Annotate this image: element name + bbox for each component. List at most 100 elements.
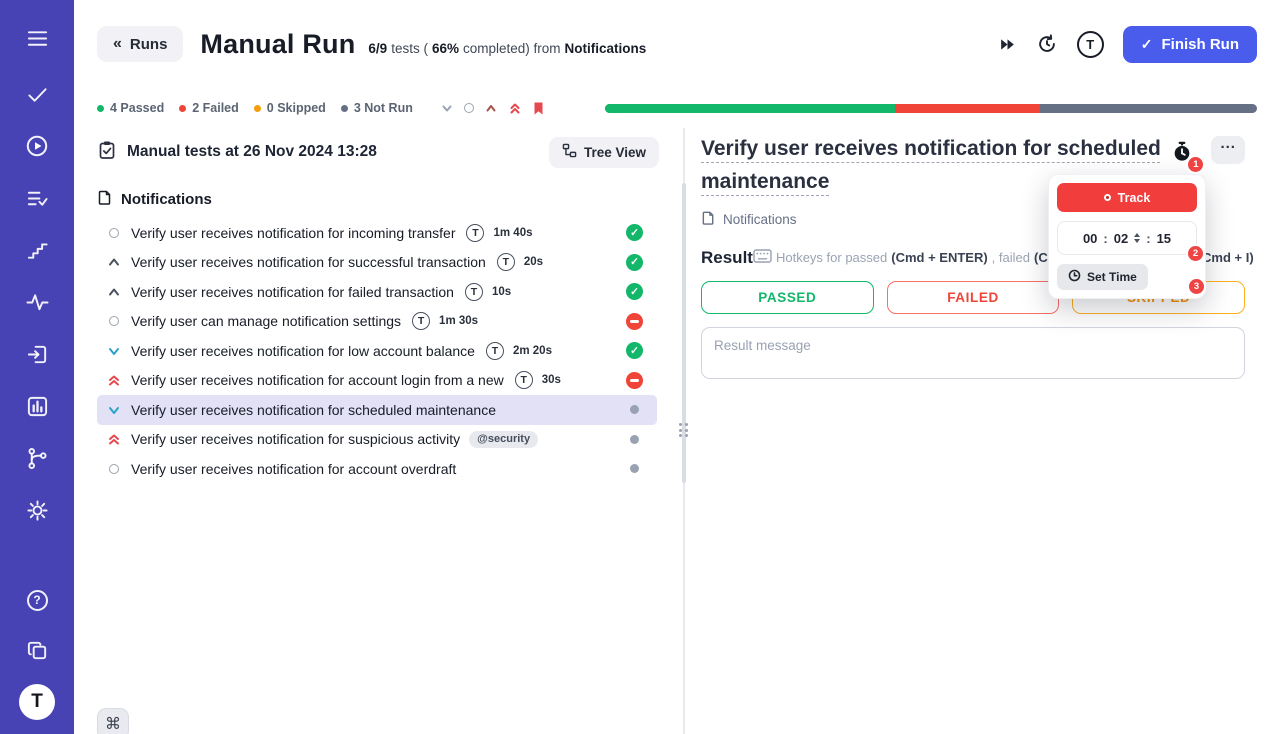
status-passed-icon bbox=[626, 283, 643, 301]
testomat-logo[interactable]: T bbox=[1076, 30, 1104, 58]
run-ratio: 6/9 bbox=[368, 40, 388, 56]
file-icon bbox=[97, 189, 113, 209]
timer-popup: Track 00 : 02 : 15 2 Set Time 3 bbox=[1048, 174, 1206, 299]
test-row[interactable]: Verify user receives notification for ac… bbox=[97, 454, 657, 484]
status-failed-icon bbox=[626, 312, 643, 330]
command-shortcut-button[interactable]: ⌘ bbox=[97, 708, 129, 734]
test-row[interactable]: Verify user receives notification for in… bbox=[97, 218, 657, 248]
test-duration: 1m 40s bbox=[493, 226, 533, 239]
test-duration: 20s bbox=[523, 256, 544, 269]
test-row[interactable]: Verify user receives notification for su… bbox=[97, 248, 657, 278]
back-label: Runs bbox=[129, 35, 168, 53]
test-tag[interactable]: @security bbox=[469, 430, 539, 448]
test-row[interactable]: Verify user can manage notification sett… bbox=[97, 307, 657, 337]
branch-icon[interactable] bbox=[25, 446, 49, 470]
status-bar: 4 Passed 2 Failed 0 Skipped 3 Not Run bbox=[74, 88, 1280, 128]
timer-button[interactable]: 1 bbox=[1165, 136, 1204, 172]
analytics-icon[interactable] bbox=[25, 394, 49, 418]
priority-normal-icon bbox=[106, 463, 121, 474]
status-not-run-icon bbox=[630, 434, 639, 444]
caret-down-icon[interactable] bbox=[440, 101, 454, 115]
test-title: Verify user can manage notification sett… bbox=[131, 313, 402, 330]
topbar: « Runs Manual Run 6/9 tests ( 66% comple… bbox=[74, 0, 1280, 88]
test-title: Verify user receives notification for ac… bbox=[131, 460, 457, 477]
retry-history-icon[interactable] bbox=[1036, 33, 1058, 55]
test-title: Verify user receives notification for lo… bbox=[131, 342, 475, 359]
hours-input[interactable]: 00 bbox=[1083, 231, 1097, 246]
suite-header-notifications[interactable]: Notifications bbox=[97, 184, 677, 214]
fast-forward-icon[interactable] bbox=[998, 35, 1017, 54]
priority-high-icon[interactable] bbox=[484, 101, 498, 115]
run-progress-bar bbox=[605, 103, 1257, 113]
priority-critical-icon[interactable] bbox=[508, 101, 522, 115]
pulse-icon[interactable] bbox=[25, 290, 49, 314]
bookmark-icon[interactable] bbox=[532, 101, 545, 116]
test-row[interactable]: Verify user receives notification for fa… bbox=[97, 277, 657, 307]
projects-copy-icon[interactable] bbox=[25, 638, 49, 662]
priority-normal-icon[interactable] bbox=[463, 103, 474, 113]
testomat-badge-icon: T bbox=[412, 312, 431, 331]
count-passed[interactable]: 4 Passed bbox=[97, 101, 164, 115]
progress-failed bbox=[895, 103, 1040, 113]
status-not-run-icon bbox=[630, 405, 639, 415]
stepper-up-icon bbox=[1134, 232, 1141, 237]
step-badge: 1 bbox=[1188, 157, 1204, 172]
splitter-grip-icon[interactable] bbox=[679, 423, 688, 437]
testomat-badge-icon: T bbox=[464, 282, 483, 301]
count-not-run[interactable]: 3 Not Run bbox=[340, 101, 413, 115]
test-title: Verify user receives notification for sc… bbox=[131, 401, 496, 418]
priority-normal-icon bbox=[106, 316, 121, 327]
step-badge: 2 bbox=[1188, 246, 1203, 261]
test-row-selected[interactable]: Verify user receives notification for sc… bbox=[97, 395, 657, 425]
minutes-stepper[interactable] bbox=[1134, 232, 1141, 244]
pane-splitter[interactable] bbox=[677, 128, 690, 734]
checklist-icon[interactable] bbox=[25, 186, 49, 210]
file-icon bbox=[701, 210, 716, 228]
test-title: Verify user receives notification for in… bbox=[131, 224, 456, 241]
minutes-input[interactable]: 02 bbox=[1114, 231, 1128, 246]
mark-failed-button[interactable]: FAILED bbox=[886, 281, 1060, 314]
help-icon[interactable]: ? bbox=[25, 588, 49, 612]
status-failed-icon bbox=[626, 371, 643, 389]
scrollbar-thumb[interactable] bbox=[681, 183, 686, 483]
priority-low-icon bbox=[106, 403, 121, 417]
clock-icon bbox=[1068, 269, 1081, 285]
steps-icon[interactable] bbox=[25, 238, 49, 262]
priority-high-icon bbox=[106, 285, 121, 299]
count-skipped[interactable]: 0 Skipped bbox=[253, 101, 326, 115]
menu-icon[interactable] bbox=[25, 26, 49, 50]
run-source: Notifications bbox=[564, 40, 647, 56]
test-duration: 1m 30s bbox=[439, 315, 479, 328]
test-row[interactable]: Verify user receives notification for su… bbox=[97, 425, 657, 455]
more-options-button[interactable]: ... bbox=[1211, 136, 1245, 164]
run-list-title: Manual tests at 26 Nov 2024 13:28 bbox=[127, 143, 377, 160]
test-title: Verify user receives notification for su… bbox=[131, 431, 461, 448]
mark-passed-button[interactable]: PASSED bbox=[701, 281, 874, 314]
testomat-badge-icon: T bbox=[514, 371, 533, 390]
testomat-badge-icon: T bbox=[485, 341, 504, 360]
help-glyph: ? bbox=[26, 589, 48, 611]
seconds-input[interactable]: 15 bbox=[1157, 231, 1171, 246]
result-message-input[interactable] bbox=[701, 327, 1245, 379]
set-time-button[interactable]: Set Time bbox=[1057, 264, 1148, 290]
status-passed-icon bbox=[626, 224, 643, 242]
time-input-group: 00 : 02 : 15 2 bbox=[1057, 221, 1203, 261]
priority-low-icon bbox=[106, 344, 121, 358]
track-time-button[interactable]: Track bbox=[1057, 183, 1197, 212]
result-heading: Result bbox=[701, 248, 753, 267]
testomat-logo[interactable]: T bbox=[19, 684, 55, 720]
tree-view-button[interactable]: Tree View bbox=[548, 136, 659, 168]
test-rows: Verify user receives notification for in… bbox=[97, 218, 677, 484]
sidebar: ? T bbox=[0, 0, 74, 734]
import-icon[interactable] bbox=[25, 342, 49, 366]
run-play-icon[interactable] bbox=[25, 134, 49, 158]
back-to-runs-button[interactable]: « Runs bbox=[97, 26, 184, 62]
settings-gear-icon[interactable] bbox=[25, 498, 49, 522]
tests-check-icon[interactable] bbox=[25, 82, 49, 106]
test-detail-pane: Verify user receives notification for sc… bbox=[690, 128, 1280, 734]
finish-run-button[interactable]: ✓ Finish Run bbox=[1122, 25, 1257, 63]
test-row[interactable]: Verify user receives notification for lo… bbox=[97, 336, 657, 366]
testomat-badge-icon: T bbox=[466, 223, 485, 242]
test-row[interactable]: Verify user receives notification for ac… bbox=[97, 366, 657, 396]
count-failed[interactable]: 2 Failed bbox=[179, 101, 239, 115]
